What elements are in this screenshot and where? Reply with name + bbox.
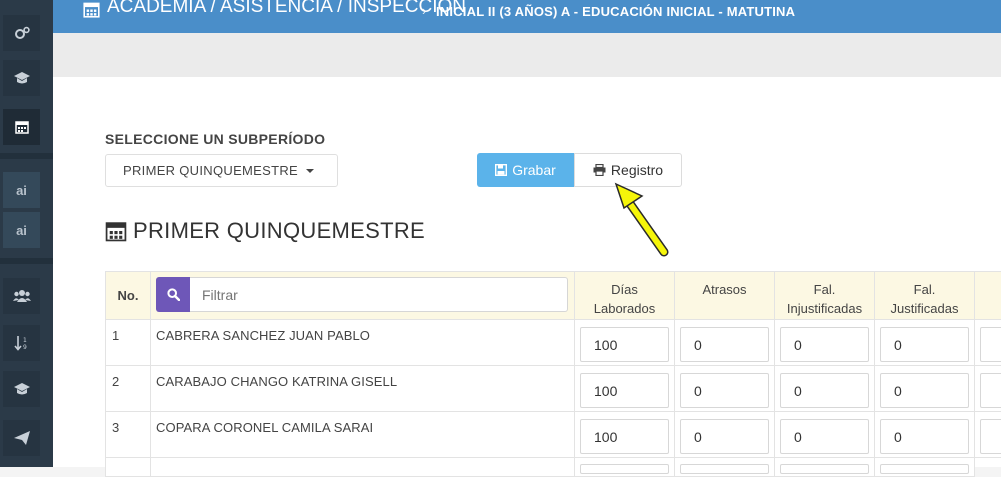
subperiod-selected: PRIMER QUINQUEMESTRE xyxy=(123,163,299,178)
student-name: COPARA CORONEL CAMILA SARAI xyxy=(150,411,575,458)
registro-label: Registro xyxy=(610,162,664,178)
search-icon xyxy=(166,288,180,301)
grabar-label: Grabar xyxy=(512,162,556,178)
row-number: 3 xyxy=(105,411,151,458)
top-header: ACADEMIA / ASISTENCIA / INSPECCIÓN › INI… xyxy=(53,0,1001,33)
row-number: 1 xyxy=(105,319,151,366)
sidebar-item-users[interactable] xyxy=(3,278,40,314)
search-button[interactable] xyxy=(156,277,190,312)
users-icon xyxy=(12,290,31,302)
dias-laborados-input[interactable]: 100 xyxy=(580,327,669,362)
sidebar-item-sort[interactable]: 1 9 xyxy=(3,325,40,361)
sidebar-item-calendar[interactable] xyxy=(3,109,40,145)
sort-numeric-icon: 1 9 xyxy=(13,336,27,351)
page-subtitle: INICIAL II (3 AÑOS) A - EDUCACIÓN INICIA… xyxy=(436,4,796,19)
subheader-bar xyxy=(53,33,1001,77)
graduation-cap-icon xyxy=(13,383,30,395)
calendar-icon xyxy=(14,121,29,134)
col-header-dias-laborados: Días Laborados xyxy=(574,271,675,320)
sidebar-item-academics-2[interactable] xyxy=(3,371,40,407)
calendar-icon xyxy=(83,1,100,23)
row-number: 2 xyxy=(105,365,151,412)
dias-laborados-input[interactable]: 100 xyxy=(580,373,669,408)
col-header-fal-justificadas: Fal. Justificadas xyxy=(874,271,975,320)
save-icon xyxy=(495,164,508,176)
calendar-icon xyxy=(105,222,127,242)
paper-plane-icon xyxy=(13,431,30,445)
atrasos-input[interactable]: 0 xyxy=(680,419,769,454)
fal-justificadas-input[interactable]: 0 xyxy=(880,327,969,362)
student-name: CABRERA SANCHEZ JUAN PABLO xyxy=(150,319,575,366)
student-name: CARABAJO CHANGO KATRINA GISELL xyxy=(150,365,575,412)
ai-label: ai xyxy=(16,182,27,198)
fal-justificadas-input[interactable]: 0 xyxy=(880,373,969,408)
filter-input[interactable] xyxy=(190,277,568,312)
breadcrumb: ACADEMIA / ASISTENCIA / INSPECCIÓN xyxy=(107,0,466,17)
yellow-arrow-annotation xyxy=(614,182,669,257)
fal-injustificadas-input[interactable]: 0 xyxy=(780,327,869,362)
print-icon xyxy=(593,164,606,176)
grabar-button[interactable]: Grabar xyxy=(477,153,574,187)
fal-injustificadas-input[interactable]: 0 xyxy=(780,373,869,408)
dias-laborados-input[interactable]: 100 xyxy=(580,419,669,454)
sidebar-item-settings[interactable] xyxy=(3,15,40,51)
atrasos-input[interactable]: 0 xyxy=(680,373,769,408)
extra-input[interactable] xyxy=(980,419,1001,454)
sidebar-item-ai-2[interactable]: ai xyxy=(3,212,40,248)
section-title-text: PRIMER QUINQUEMESTRE xyxy=(133,218,426,243)
subperiod-dropdown[interactable]: PRIMER QUINQUEMESTRE xyxy=(105,154,338,187)
section-title: PRIMER QUINQUEMESTRE xyxy=(105,218,425,244)
extra-input[interactable] xyxy=(980,373,1001,408)
col-header-extra xyxy=(974,271,1001,320)
sidebar-item-send[interactable] xyxy=(3,420,40,456)
gears-icon xyxy=(14,26,30,39)
extra-input[interactable] xyxy=(980,327,1001,362)
atrasos-input[interactable]: 0 xyxy=(680,327,769,362)
col-header-fal-injustificadas: Fal. Injustificadas xyxy=(774,271,875,320)
sidebar-item-ai-1[interactable]: ai xyxy=(3,172,40,208)
sidebar-item-academics[interactable] xyxy=(3,60,40,96)
fal-injustificadas-input[interactable]: 0 xyxy=(780,419,869,454)
chevron-right-icon: › xyxy=(422,3,427,18)
svg-text:9: 9 xyxy=(23,344,27,351)
fal-justificadas-input[interactable]: 0 xyxy=(880,419,969,454)
subperiod-label: SELECCIONE UN SUBPERÍODO xyxy=(105,131,326,147)
svg-text:1: 1 xyxy=(23,337,27,344)
col-header-no: No. xyxy=(105,271,151,320)
col-header-atrasos: Atrasos xyxy=(674,271,775,320)
ai-label: ai xyxy=(16,222,27,238)
graduation-cap-icon xyxy=(13,72,30,84)
sidebar: ai ai 1 9 xyxy=(0,0,53,467)
caret-down-icon xyxy=(306,168,315,173)
